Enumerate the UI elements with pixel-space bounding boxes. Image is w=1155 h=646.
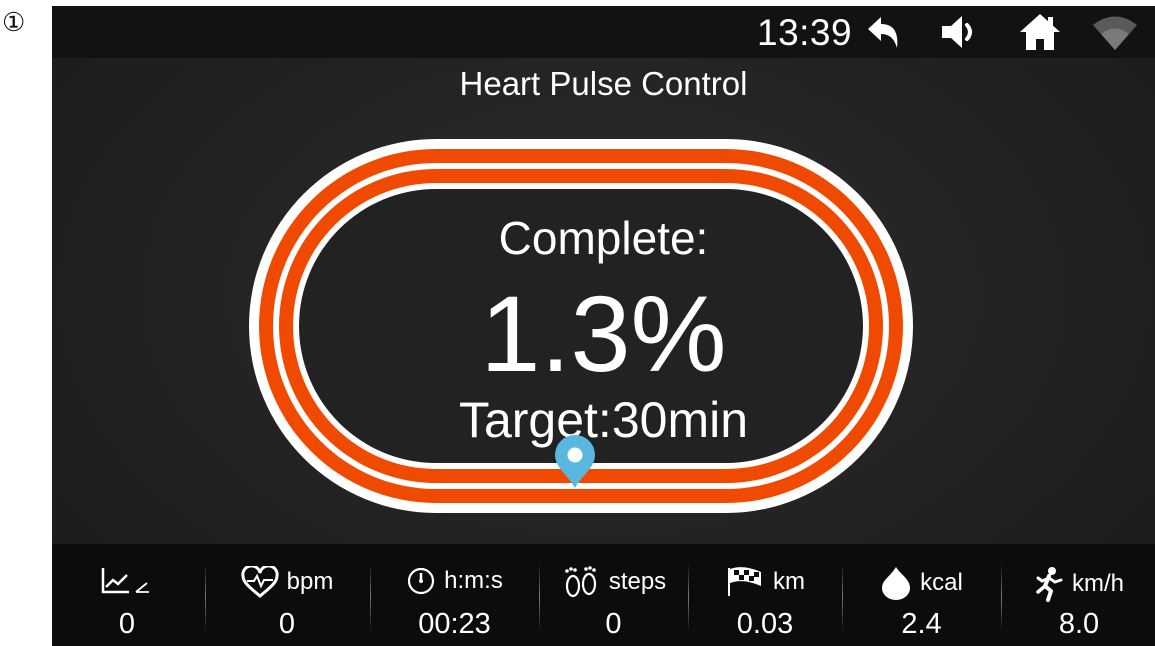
wifi-icon	[1093, 16, 1137, 50]
footprints-icon	[565, 566, 596, 598]
divider	[205, 562, 206, 632]
distance-value: 0.03	[736, 608, 794, 640]
calories-value: 2.4	[901, 608, 942, 640]
clock: 13:39	[757, 12, 853, 53]
runner-icon	[1036, 567, 1063, 602]
back-arrow-icon[interactable]	[864, 12, 904, 52]
divider	[1001, 562, 1002, 632]
incline-icon	[101, 568, 149, 594]
stat-incline: 0	[52, 544, 202, 646]
stat-distance: km 0.03	[690, 544, 840, 646]
heart-rate-unit: bpm	[286, 568, 334, 595]
stat-heart-rate: bpm 0	[207, 544, 367, 646]
page-title: Heart Pulse Control	[459, 65, 748, 102]
volume-icon[interactable]	[940, 12, 984, 52]
stats-bar: 0 bpm 0 h:m:s 00:23 steps 0 km 0.03 kcal…	[52, 544, 1155, 646]
time-value: 00:23	[418, 608, 491, 640]
divider	[842, 562, 843, 632]
speed-value: 8.0	[1058, 608, 1100, 640]
divider	[688, 562, 689, 632]
target-label: Target:30min	[458, 392, 749, 448]
status-bar: 13:39	[52, 6, 1155, 58]
location-pin-icon	[555, 435, 595, 488]
stat-steps: steps 0	[541, 544, 686, 646]
time-unit: h:m:s	[444, 567, 503, 594]
speed-unit: km/h	[1071, 570, 1124, 597]
checkered-flag-icon	[728, 567, 761, 596]
steps-value: 0	[605, 608, 622, 640]
stat-speed: km/h 8.0	[1003, 544, 1155, 646]
heart-rate-value: 0	[278, 608, 296, 640]
divider	[370, 562, 371, 632]
divider	[539, 562, 540, 632]
stat-time: h:m:s 00:23	[372, 544, 537, 646]
stopwatch-icon	[408, 567, 435, 595]
home-icon[interactable]	[1018, 12, 1062, 52]
flame-icon	[882, 567, 911, 600]
distance-unit: km	[773, 568, 805, 595]
stat-calories: kcal 2.4	[844, 544, 999, 646]
complete-label: Complete:	[498, 212, 709, 264]
steps-unit: steps	[608, 568, 667, 595]
figure-marker: ①	[2, 8, 26, 38]
treadmill-screen: 13:39 Heart Pulse Control Complete: 1.3%…	[52, 6, 1155, 646]
heart-icon	[241, 566, 279, 598]
incline-value: 0	[118, 608, 136, 640]
calories-unit: kcal	[920, 569, 963, 596]
progress-value: 1.3%	[480, 273, 727, 394]
